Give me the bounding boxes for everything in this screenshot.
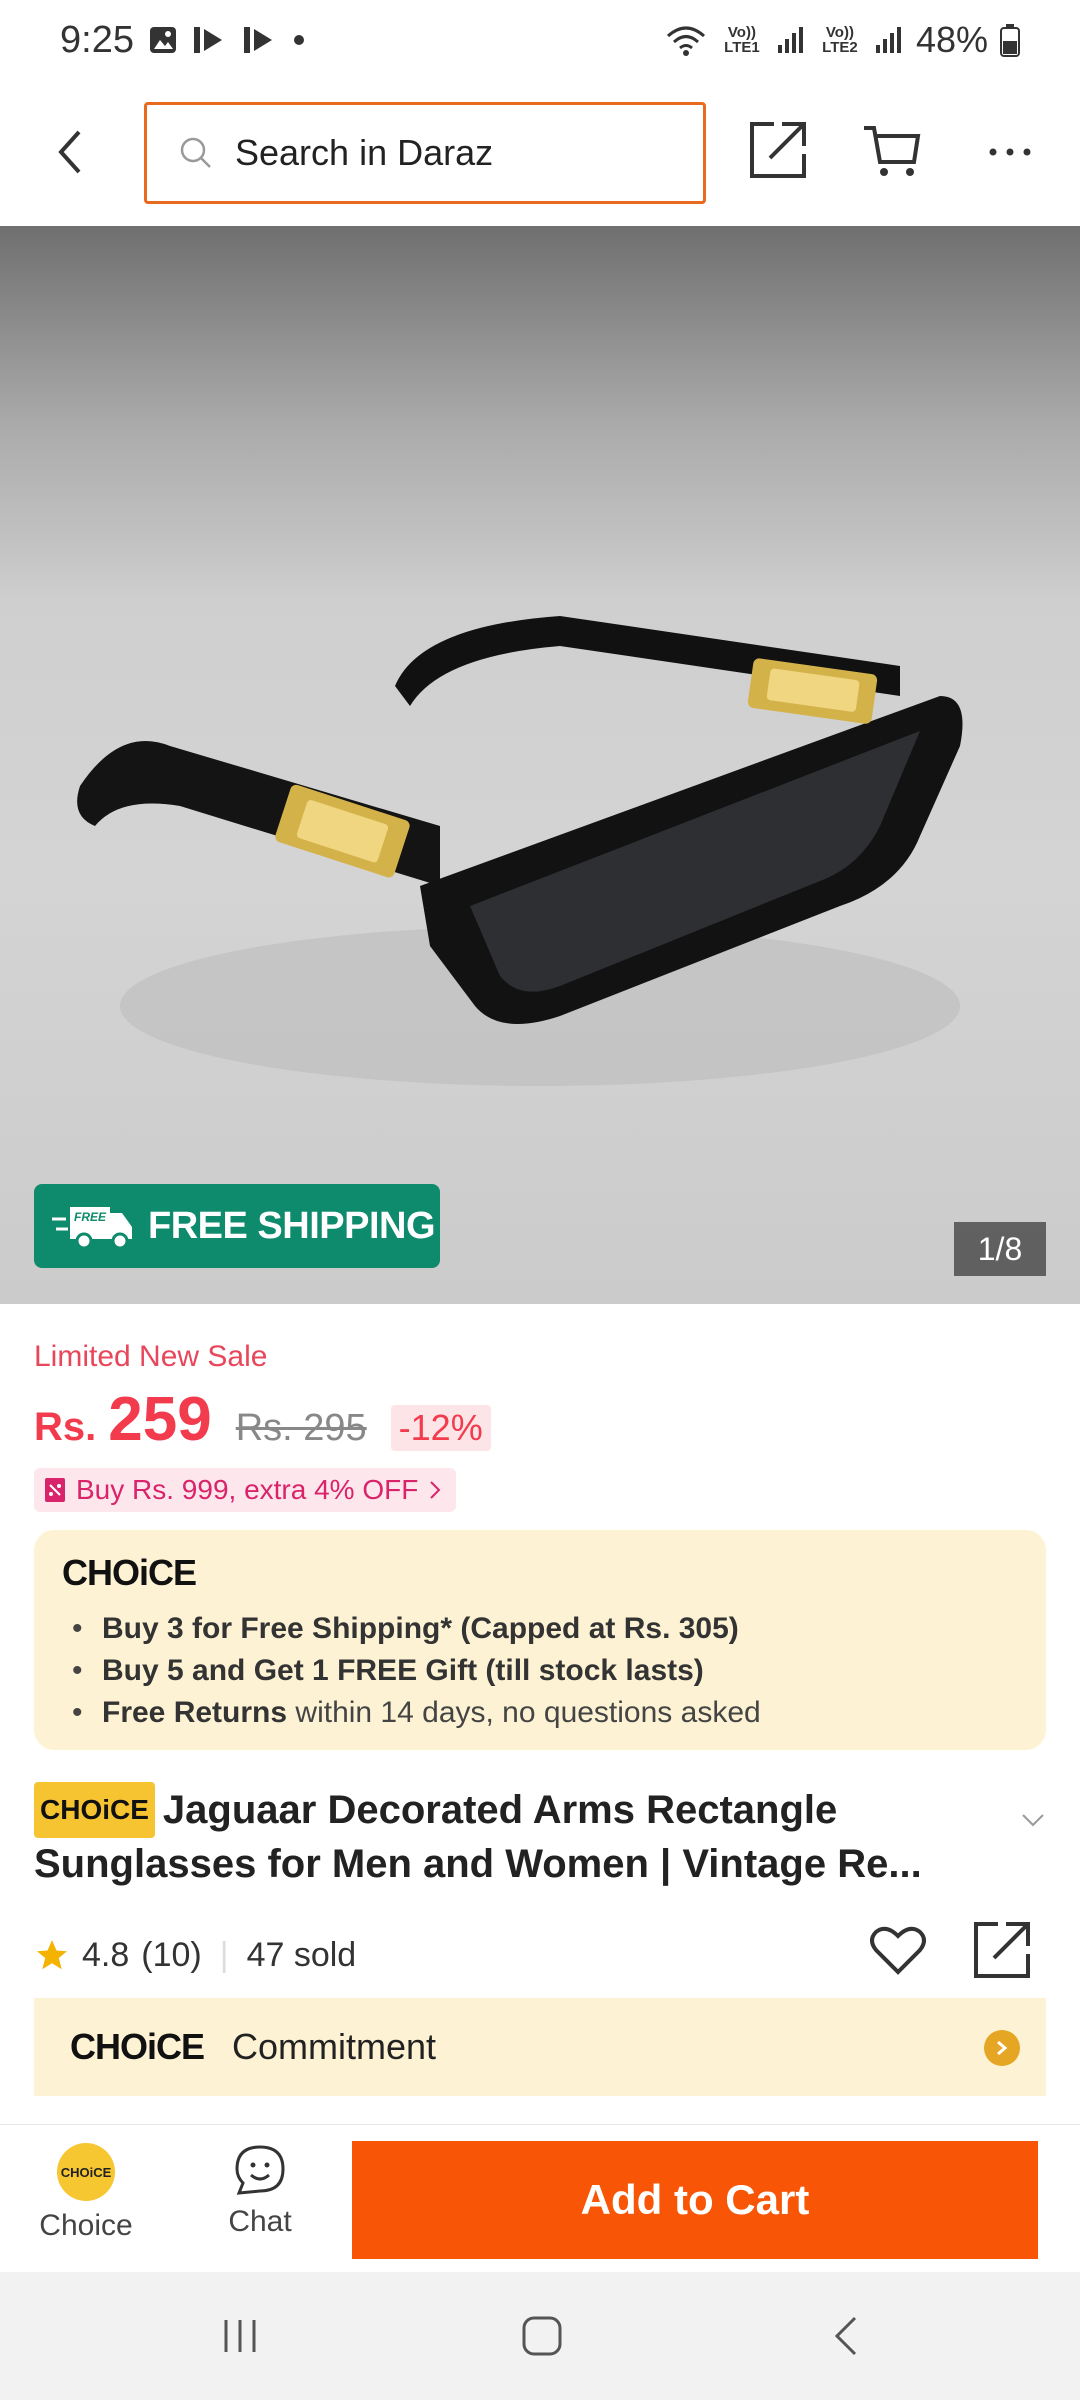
choice-button[interactable]: CHOiCE Choice <box>22 2143 150 2243</box>
chevron-right-circle-icon <box>984 2030 1020 2066</box>
home-icon <box>522 2316 562 2356</box>
chat-icon <box>235 2145 285 2195</box>
choice-commitment-bar[interactable]: CHOiCE Commitment <box>34 1998 1046 2096</box>
gallery-icon <box>148 25 178 55</box>
chat-button[interactable]: Chat <box>196 2143 324 2239</box>
current-price: 259 <box>108 1385 212 1454</box>
promo-offer-pill[interactable]: Buy Rs. 999, extra 4% OFF <box>34 1468 457 1512</box>
sale-label: Limited New Sale <box>34 1340 268 1373</box>
discount-badge: -12% <box>390 1405 491 1451</box>
image-counter: 1/8 <box>954 1222 1046 1276</box>
choice-label: Choice <box>39 2209 133 2242</box>
benefit-item: Free Returns within 14 days, no question… <box>62 1692 1018 1734</box>
promo-offer-text: Buy Rs. 999, extra 4% OFF <box>76 1474 419 1505</box>
heart-icon <box>870 1926 926 1975</box>
sim1-label: Vo)) LTE1 <box>724 24 760 56</box>
top-nav <box>0 80 1080 225</box>
back-arrow-icon <box>834 2316 857 2356</box>
recent-apps-button[interactable] <box>210 2306 270 2366</box>
home-button[interactable] <box>512 2306 572 2366</box>
star-icon <box>37 1940 67 1970</box>
benefit-item: Buy 5 and Get 1 FREE Gift (till stock la… <box>62 1650 1018 1692</box>
price-row: Rs. 259 Rs. 295 -12% <box>34 1384 491 1455</box>
share-product-button[interactable] <box>972 1920 1032 1989</box>
system-back-button[interactable] <box>816 2306 876 2366</box>
search-bar[interactable] <box>144 102 706 204</box>
wishlist-button[interactable] <box>868 1920 928 1989</box>
divider: | <box>219 1935 229 1974</box>
system-nav-bar <box>0 2272 1080 2400</box>
product-title-row[interactable]: CHOiCE Jaguaar Decorated Arms Rectangle S… <box>34 1782 1046 1890</box>
cart-icon <box>864 126 921 176</box>
battery-icon <box>1000 23 1020 57</box>
product-title-text: Jaguaar Decorated Arms Rectangle Sunglas… <box>34 1788 922 1886</box>
search-input[interactable] <box>235 132 615 174</box>
sim2-label: Vo)) LTE2 <box>822 24 858 56</box>
signal-icon <box>874 25 904 55</box>
free-shipping-label: FREE SHIPPING <box>148 1204 436 1247</box>
status-time: 9:25 <box>60 18 134 61</box>
voucher-icon <box>45 1478 65 1502</box>
cart-button[interactable] <box>862 120 926 184</box>
svg-text:FREE: FREE <box>74 1210 107 1224</box>
chevron-down-icon[interactable] <box>1020 1812 1046 1828</box>
free-shipping-badge: FREE FREE SHIPPING <box>34 1184 440 1268</box>
share-icon <box>750 122 806 178</box>
media-app-icon <box>242 25 278 55</box>
original-price: Rs. 295 <box>235 1407 367 1449</box>
more-options-button[interactable] <box>978 120 1042 184</box>
rating-value: 4.8 <box>82 1935 130 1974</box>
back-button[interactable] <box>40 122 100 182</box>
choice-logo: CHOiCE <box>70 2026 205 2067</box>
review-count[interactable]: (10) <box>141 1936 201 1975</box>
signal-icon <box>776 25 806 55</box>
notification-dot-icon <box>292 33 306 47</box>
choice-coin-icon: CHOiCE <box>57 2143 115 2201</box>
commitment-label: Commitment <box>232 2026 437 2067</box>
wifi-icon <box>664 22 708 58</box>
search-icon <box>179 136 213 170</box>
chat-label: Chat <box>228 2205 292 2238</box>
share-icon <box>974 1922 1030 1978</box>
choice-benefits-list: Buy 3 for Free Shipping* (Capped at Rs. … <box>62 1608 1018 1734</box>
share-button[interactable] <box>748 120 808 184</box>
recent-apps-icon <box>224 2320 256 2352</box>
choice-badge: CHOiCE <box>34 1782 155 1838</box>
sunglasses-image <box>77 616 963 1086</box>
benefit-item: Buy 3 for Free Shipping* (Capped at Rs. … <box>62 1608 1018 1650</box>
status-bar: 9:25 Vo)) LTE1 Vo)) LTE2 48% <box>0 0 1080 80</box>
rating-row: 4.8 (10) | 47 sold <box>34 1920 1046 1990</box>
chevron-left-icon <box>58 130 81 174</box>
delivery-truck-icon: FREE <box>52 1207 132 1250</box>
add-to-cart-button[interactable]: Add to Cart <box>352 2141 1038 2259</box>
more-dots-icon <box>989 148 1031 156</box>
media-app-icon <box>192 25 228 55</box>
product-image-gallery[interactable]: FREE FREE SHIPPING 1/8 <box>0 226 1080 1304</box>
chevron-right-icon <box>430 1481 441 1499</box>
bottom-action-bar: CHOiCE Choice Chat Add to Cart <box>0 2124 1080 2272</box>
sold-count: 47 sold <box>246 1935 357 1974</box>
battery-percent: 48% <box>915 19 988 60</box>
product-title: CHOiCE Jaguaar Decorated Arms Rectangle S… <box>34 1782 994 1890</box>
price-currency: Rs. <box>34 1405 97 1449</box>
choice-benefits-box: CHOiCE Buy 3 for Free Shipping* (Capped … <box>34 1530 1046 1750</box>
choice-logo: CHOiCE <box>62 1552 197 1593</box>
